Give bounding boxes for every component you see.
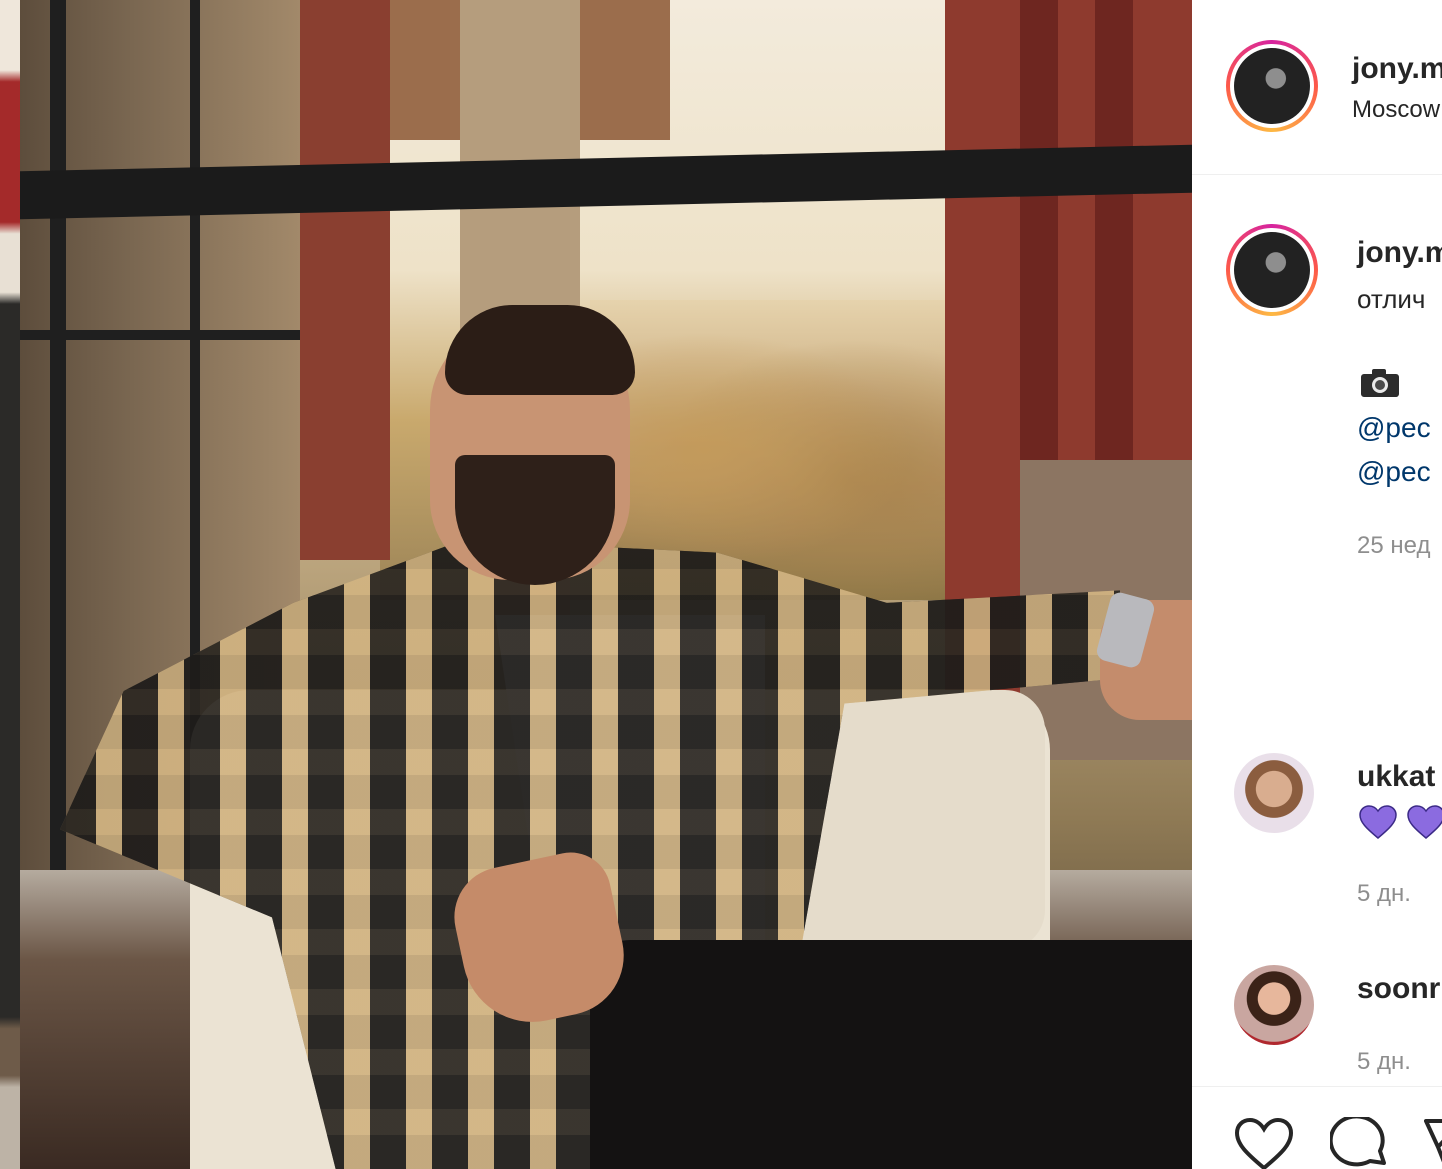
caption-mention-2[interactable]: @pec (1357, 456, 1431, 488)
post-sidebar: jony.m Moscow jony.m отлич @pec @pec 25 … (1192, 0, 1442, 1169)
purple-heart-icon (1407, 805, 1442, 839)
like-icon[interactable] (1234, 1117, 1294, 1169)
caption-username[interactable]: jony.m (1357, 236, 1442, 270)
comment-time[interactable]: 5 дн. (1357, 880, 1411, 908)
previous-post-edge[interactable] (0, 0, 20, 1169)
author-avatar[interactable] (1226, 40, 1318, 132)
post-actions (1192, 1086, 1442, 1169)
share-icon[interactable] (1424, 1117, 1442, 1169)
comment-avatar[interactable] (1234, 965, 1314, 1045)
comment-time[interactable]: 5 дн. (1357, 1048, 1411, 1076)
caption-time[interactable]: 25 нед (1357, 532, 1430, 560)
comment-username[interactable]: soonr (1357, 972, 1440, 1006)
post-photo[interactable] (0, 0, 1192, 1169)
photo-hair (445, 305, 635, 395)
caption-avatar[interactable] (1226, 224, 1318, 316)
camera-icon (1361, 369, 1399, 397)
author-username[interactable]: jony.m (1352, 52, 1442, 86)
caption-text: отлич (1357, 284, 1426, 314)
comment-avatar[interactable] (1234, 753, 1314, 833)
caption-mention-1[interactable]: @pec (1357, 412, 1431, 444)
comment-icon[interactable] (1330, 1117, 1390, 1169)
author-location[interactable]: Moscow (1352, 96, 1440, 124)
purple-heart-icon (1359, 805, 1397, 839)
photo-brick-wall (290, 0, 390, 560)
photo-jeans (590, 940, 1192, 1169)
comment-username[interactable]: ukkat (1357, 760, 1435, 794)
post-header: jony.m Moscow (1192, 0, 1442, 175)
